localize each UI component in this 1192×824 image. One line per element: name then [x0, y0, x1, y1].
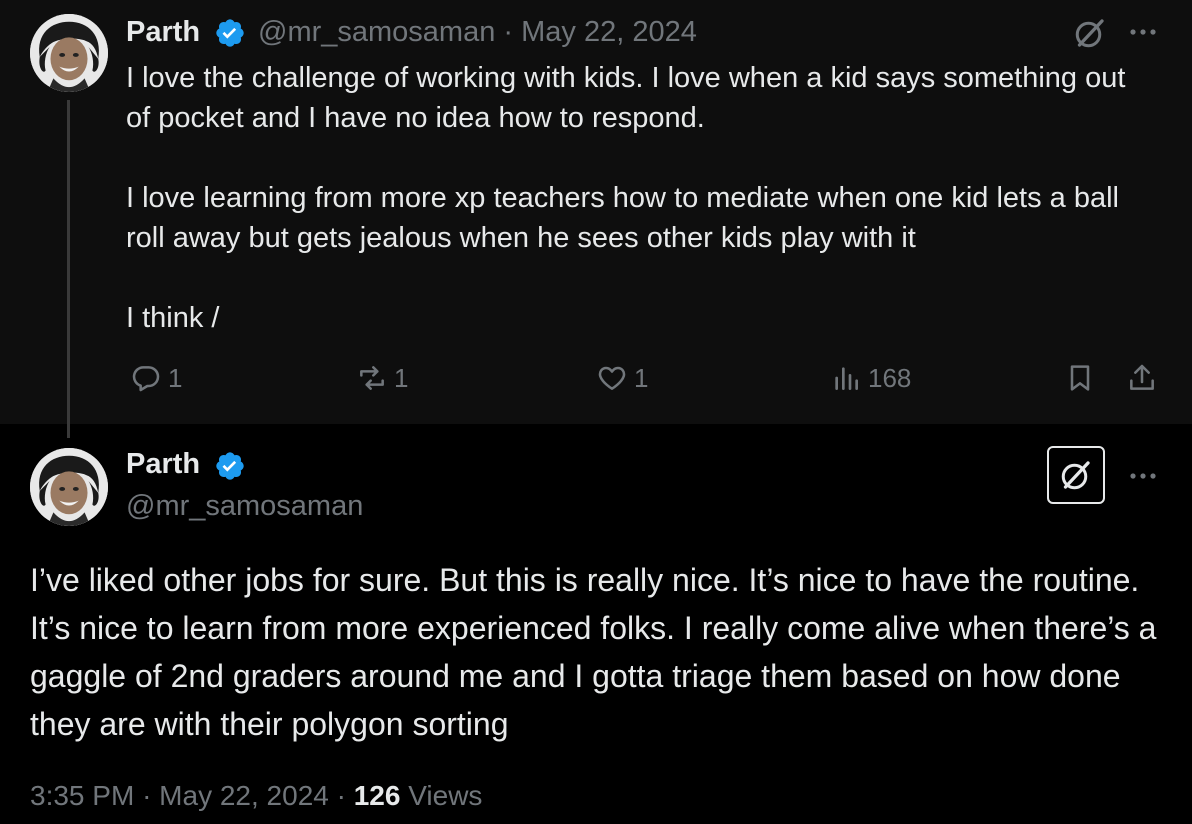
grok-icon — [1061, 461, 1090, 490]
share-button[interactable] — [1126, 362, 1158, 394]
reply-count: 1 — [168, 362, 183, 393]
bar-chart-icon — [835, 367, 858, 390]
verified-badge-icon[interactable] — [214, 450, 246, 482]
grok-button[interactable] — [1047, 446, 1105, 504]
views-label: Views — [408, 780, 483, 811]
like-count: 1 — [634, 362, 649, 393]
author-handle[interactable]: @mr_samosaman — [258, 16, 495, 48]
separator-dot: · — [503, 16, 514, 48]
verified-badge-icon[interactable] — [214, 17, 246, 49]
reply-button[interactable]: 1 — [130, 362, 182, 394]
main-tweet-text: I’ve liked other jobs for sure. But this… — [30, 562, 1157, 742]
tweet-header-meta: @mr_samosaman · May 22, 2024 — [258, 16, 697, 49]
author-name[interactable]: Parth — [126, 448, 200, 481]
bookmark-button[interactable] — [1064, 362, 1096, 394]
repost-icon — [360, 366, 384, 390]
grok-icon[interactable] — [1072, 15, 1108, 51]
separator-dot: · — [142, 780, 152, 811]
heart-icon — [598, 366, 626, 390]
bookmark-icon — [1070, 365, 1090, 391]
author-name[interactable]: Parth — [126, 16, 200, 49]
tweet-paragraph: I love the challenge of working with kid… — [126, 62, 1126, 134]
tweet-actions-bar: 1 1 1 168 — [0, 362, 1192, 402]
reply-icon — [132, 366, 160, 392]
avatar[interactable] — [30, 448, 108, 526]
like-button[interactable]: 1 — [596, 362, 648, 394]
tweet-time[interactable]: 3:35 PM — [30, 780, 134, 811]
repost-button[interactable]: 1 — [356, 362, 408, 394]
views-button[interactable]: 168 — [830, 362, 911, 394]
avatar[interactable] — [30, 14, 108, 92]
avatar-image — [30, 14, 108, 92]
share-icon — [1130, 364, 1154, 390]
tweet-timestamp-meta: 3:35 PM · May 22, 2024 · 126 Views — [30, 780, 482, 812]
parent-tweet-text: I love the challenge of working with kid… — [126, 58, 1156, 338]
views-count: 126 — [353, 780, 401, 811]
repost-count: 1 — [394, 362, 409, 393]
separator-dot: · — [336, 780, 346, 811]
tweet-date[interactable]: May 22, 2024 — [521, 16, 697, 48]
tweet-paragraph: I love learning from more xp teachers ho… — [126, 182, 1119, 254]
view-count: 168 — [868, 362, 912, 393]
tweet-date[interactable]: May 22, 2024 — [159, 780, 329, 811]
more-icon[interactable] — [1126, 464, 1160, 488]
more-icon[interactable] — [1126, 20, 1160, 44]
author-handle[interactable]: @mr_samosaman — [126, 490, 363, 523]
tweet-paragraph: I think / — [126, 302, 220, 334]
avatar-image — [30, 448, 108, 526]
